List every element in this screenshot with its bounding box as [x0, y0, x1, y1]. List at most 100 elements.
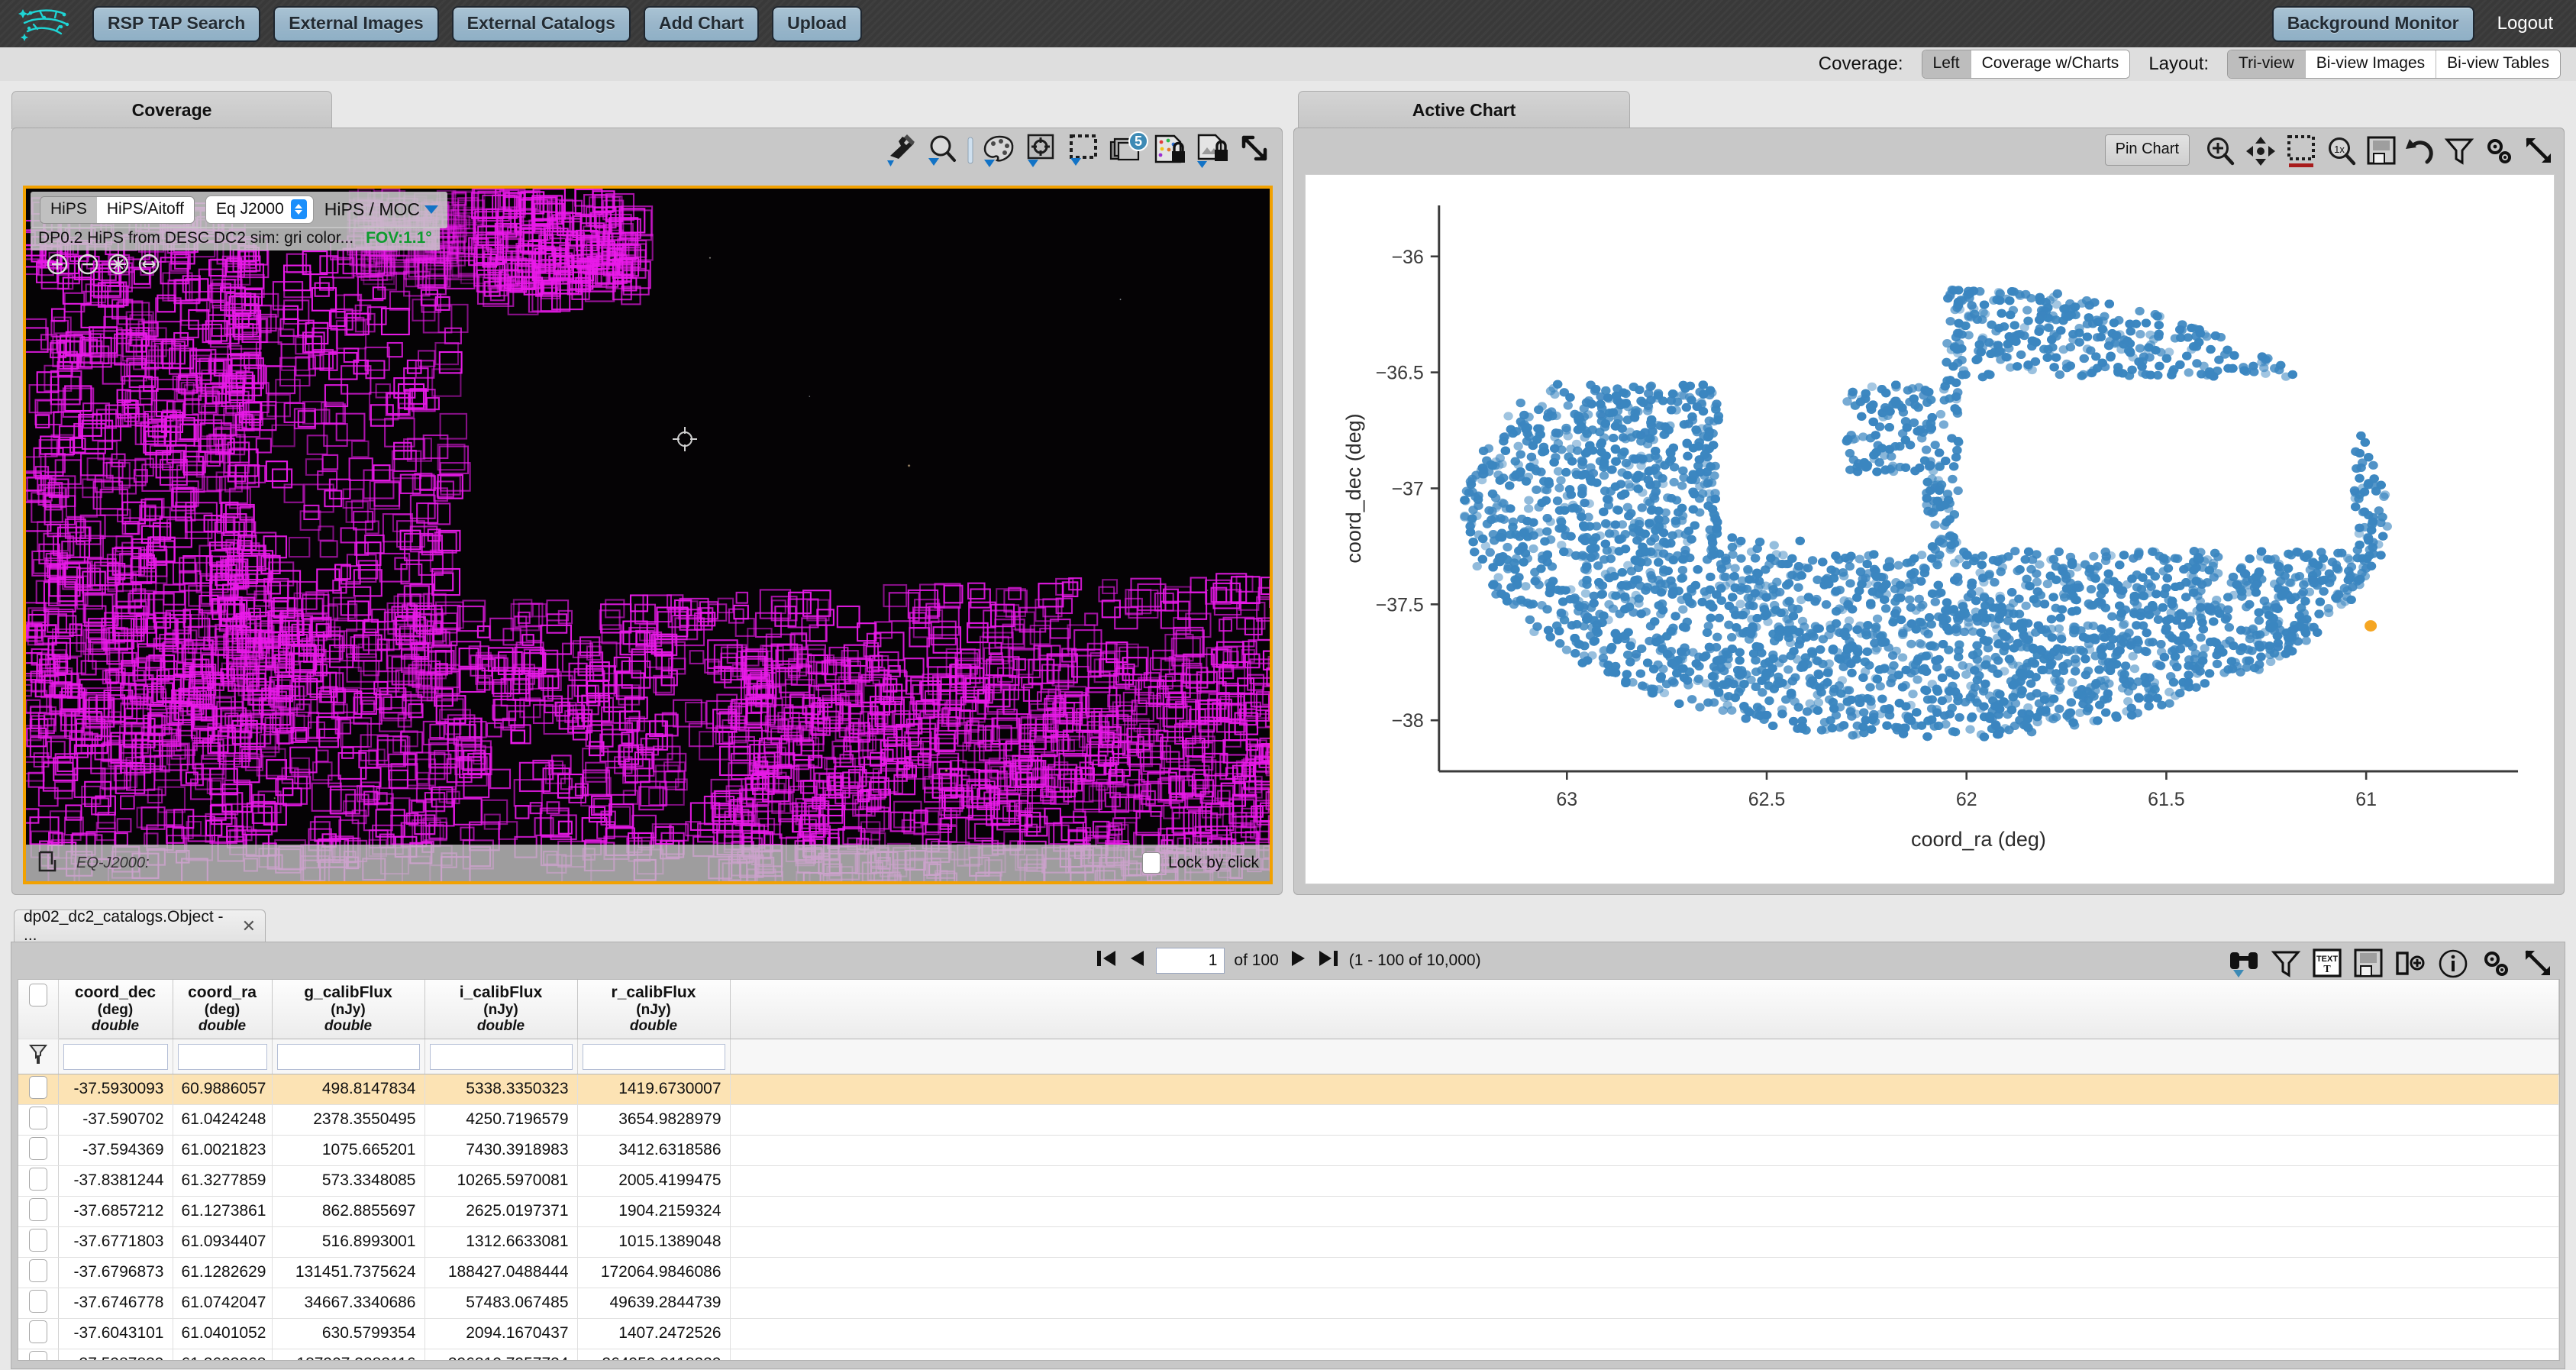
table-row[interactable]: -37.594369 61.0021823 1075.665201 7430.3918… — [18, 1135, 2559, 1167]
select-all-header[interactable] — [18, 980, 59, 1040]
filter-cell-g-calibflux[interactable] — [272, 1039, 425, 1075]
scatter-chart[interactable]: −36 −36.5 −37 −37.5 −38 63 62.5 62 61.5 61 coord_r… — [1305, 174, 2555, 884]
prev-page-icon[interactable] — [1127, 947, 1147, 974]
table-row[interactable]: -37.6746778 61.0742047 34667.3340686 57483.… — [18, 1288, 2559, 1320]
text-view-icon[interactable]: TEXT T — [2311, 947, 2343, 981]
popout-icon[interactable] — [37, 849, 60, 877]
row-checkbox[interactable] — [28, 1107, 47, 1130]
layers-icon[interactable]: 5 — [1109, 131, 1148, 168]
row-checkbox[interactable] — [28, 1290, 47, 1313]
filter-input[interactable] — [177, 1043, 267, 1070]
filter-input[interactable] — [63, 1043, 168, 1070]
tab-coverage[interactable]: Coverage — [11, 91, 332, 129]
filter-input[interactable] — [276, 1043, 420, 1070]
column-header-coord-ra[interactable]: coord_ra (deg) double — [173, 980, 273, 1040]
background-monitor-button[interactable]: Background Monitor — [2271, 5, 2474, 42]
coverage-option-coverage-w-charts[interactable]: Coverage w/Charts — [1971, 50, 2130, 78]
row-select-cell[interactable] — [18, 1135, 59, 1167]
row-checkbox[interactable] — [28, 1320, 47, 1344]
reset-zoom-icon[interactable]: 1x — [2325, 134, 2358, 168]
image-lock-icon[interactable] — [1196, 133, 1232, 168]
info-icon[interactable] — [2436, 947, 2470, 981]
table-row[interactable]: -37.6771803 61.0934407 516.8993001 1312.663… — [18, 1226, 2559, 1259]
row-select-cell[interactable] — [18, 1349, 59, 1360]
zoom-one-icon[interactable] — [137, 253, 160, 276]
save-icon[interactable] — [2365, 134, 2397, 168]
filter-icon[interactable] — [2443, 134, 2475, 168]
lock-by-click-checkbox[interactable] — [1141, 852, 1160, 874]
row-checkbox[interactable] — [28, 1351, 47, 1360]
row-checkbox[interactable] — [28, 1076, 47, 1100]
table-row[interactable]: -37.6796873 61.1282629 131451.7375624 18842… — [18, 1257, 2559, 1289]
settings-icon[interactable] — [2482, 134, 2516, 168]
filter-input[interactable] — [582, 1043, 725, 1070]
select-box-icon[interactable] — [2284, 133, 2318, 170]
table-row[interactable]: -37.8381244 61.3277859 573.3348085 10265.59… — [18, 1165, 2559, 1197]
first-page-icon[interactable] — [1095, 947, 1118, 974]
hips-moc-dropdown[interactable]: HiPS / MOC — [324, 199, 438, 220]
select-region-icon[interactable] — [1067, 133, 1102, 168]
table-row[interactable]: -37.6043101 61.0401052 630.5799354 2094.167… — [18, 1318, 2559, 1350]
row-select-cell[interactable] — [18, 1288, 59, 1320]
row-select-cell[interactable] — [18, 1318, 59, 1350]
results-grid[interactable]: coord_dec (deg) double coord_ra (deg) do… — [18, 979, 2560, 1361]
layout-option-bi-view-tables[interactable]: Bi-view Tables — [2436, 50, 2560, 78]
row-select-cell[interactable] — [18, 1165, 59, 1197]
row-select-cell[interactable] — [18, 1196, 59, 1228]
row-checkbox[interactable] — [28, 1198, 47, 1222]
filter-cell-coord-dec[interactable] — [58, 1039, 173, 1075]
zoom-out-icon[interactable] — [76, 253, 99, 276]
undo-icon[interactable] — [2404, 134, 2436, 168]
zoom-fit-icon[interactable] — [107, 253, 130, 276]
save-icon[interactable] — [2352, 947, 2384, 981]
filter-icon[interactable] — [2270, 947, 2302, 981]
row-select-cell[interactable] — [18, 1104, 59, 1136]
coverage-image-viewer[interactable]: HiPS HiPS/Aitoff Eq J2000 HiPS / MOC DP0… — [23, 186, 1273, 884]
column-header-i-calibflux[interactable]: i_calibFlux (nJy) double — [424, 980, 578, 1040]
last-page-icon[interactable] — [1317, 947, 1340, 974]
search-zoom-icon[interactable] — [926, 133, 958, 168]
pin-chart-button[interactable]: Pin Chart — [2104, 134, 2190, 166]
filter-cell-i-calibflux[interactable] — [424, 1039, 578, 1075]
coverage-option-left[interactable]: Left — [1922, 50, 1971, 78]
pan-icon[interactable] — [2244, 134, 2277, 168]
table-row[interactable]: -37.6857212 61.1273861 862.8855697 2625.019… — [18, 1196, 2559, 1228]
column-header-r-calibflux[interactable]: r_calibFlux (nJy) double — [577, 980, 731, 1040]
coord-system-select[interactable]: Eq J2000 — [205, 195, 314, 224]
nav-button-add-chart[interactable]: Add Chart — [643, 5, 760, 42]
next-page-icon[interactable] — [1288, 947, 1308, 974]
filter-icon[interactable] — [28, 1042, 48, 1067]
center-target-icon[interactable] — [1025, 133, 1060, 168]
column-header-coord-dec[interactable]: coord_dec (deg) double — [58, 980, 173, 1040]
row-checkbox[interactable] — [28, 1229, 47, 1252]
row-select-cell[interactable] — [18, 1257, 59, 1289]
add-column-icon[interactable] — [2394, 947, 2427, 981]
expand-icon[interactable] — [2522, 947, 2555, 981]
zoom-in-icon[interactable] — [2203, 134, 2237, 168]
row-select-cell[interactable] — [18, 1074, 59, 1106]
nav-button-upload[interactable]: Upload — [772, 5, 863, 42]
hips-option-hips-aitoff[interactable]: HiPS/Aitoff — [96, 196, 195, 223]
close-icon[interactable]: ✕ — [242, 916, 256, 936]
select-all-checkbox[interactable] — [28, 984, 47, 1006]
table-row[interactable]: -37.5930093 60.9886057 498.8147834 5338.335… — [18, 1074, 2559, 1106]
nav-button-external-catalogs[interactable]: External Catalogs — [451, 5, 631, 42]
row-select-cell[interactable] — [18, 1226, 59, 1259]
lock-by-click-control[interactable]: Lock by click — [1141, 852, 1259, 874]
settings-icon[interactable] — [2479, 947, 2513, 981]
column-header-g-calibflux[interactable]: g_calibFlux (nJy) double — [272, 980, 425, 1040]
table-tab[interactable]: dp02_dc2_catalogs.Object - ... ✕ — [14, 908, 266, 944]
hips-option-hips[interactable]: HiPS — [40, 196, 97, 223]
row-checkbox[interactable] — [28, 1168, 47, 1191]
layout-option-bi-view-images[interactable]: Bi-view Images — [2305, 50, 2437, 78]
catalog-lock-icon[interactable] — [1152, 133, 1189, 168]
nav-button-rsp-tap-search[interactable]: RSP TAP Search — [92, 5, 261, 42]
table-row[interactable]: -37.598783961.2603268187907.228211629681… — [18, 1349, 2559, 1360]
layout-option-tri-view[interactable]: Tri-view — [2228, 50, 2306, 78]
logout-link[interactable]: Logout — [2497, 13, 2553, 34]
table-row[interactable]: -37.590702 61.0424248 2378.3550495 4250.719… — [18, 1104, 2559, 1136]
filter-cell-r-calibflux[interactable] — [577, 1039, 731, 1075]
color-palette-icon[interactable] — [983, 133, 1018, 168]
expand-icon[interactable] — [2523, 134, 2556, 168]
page-number-input[interactable]: 1 — [1156, 948, 1225, 974]
